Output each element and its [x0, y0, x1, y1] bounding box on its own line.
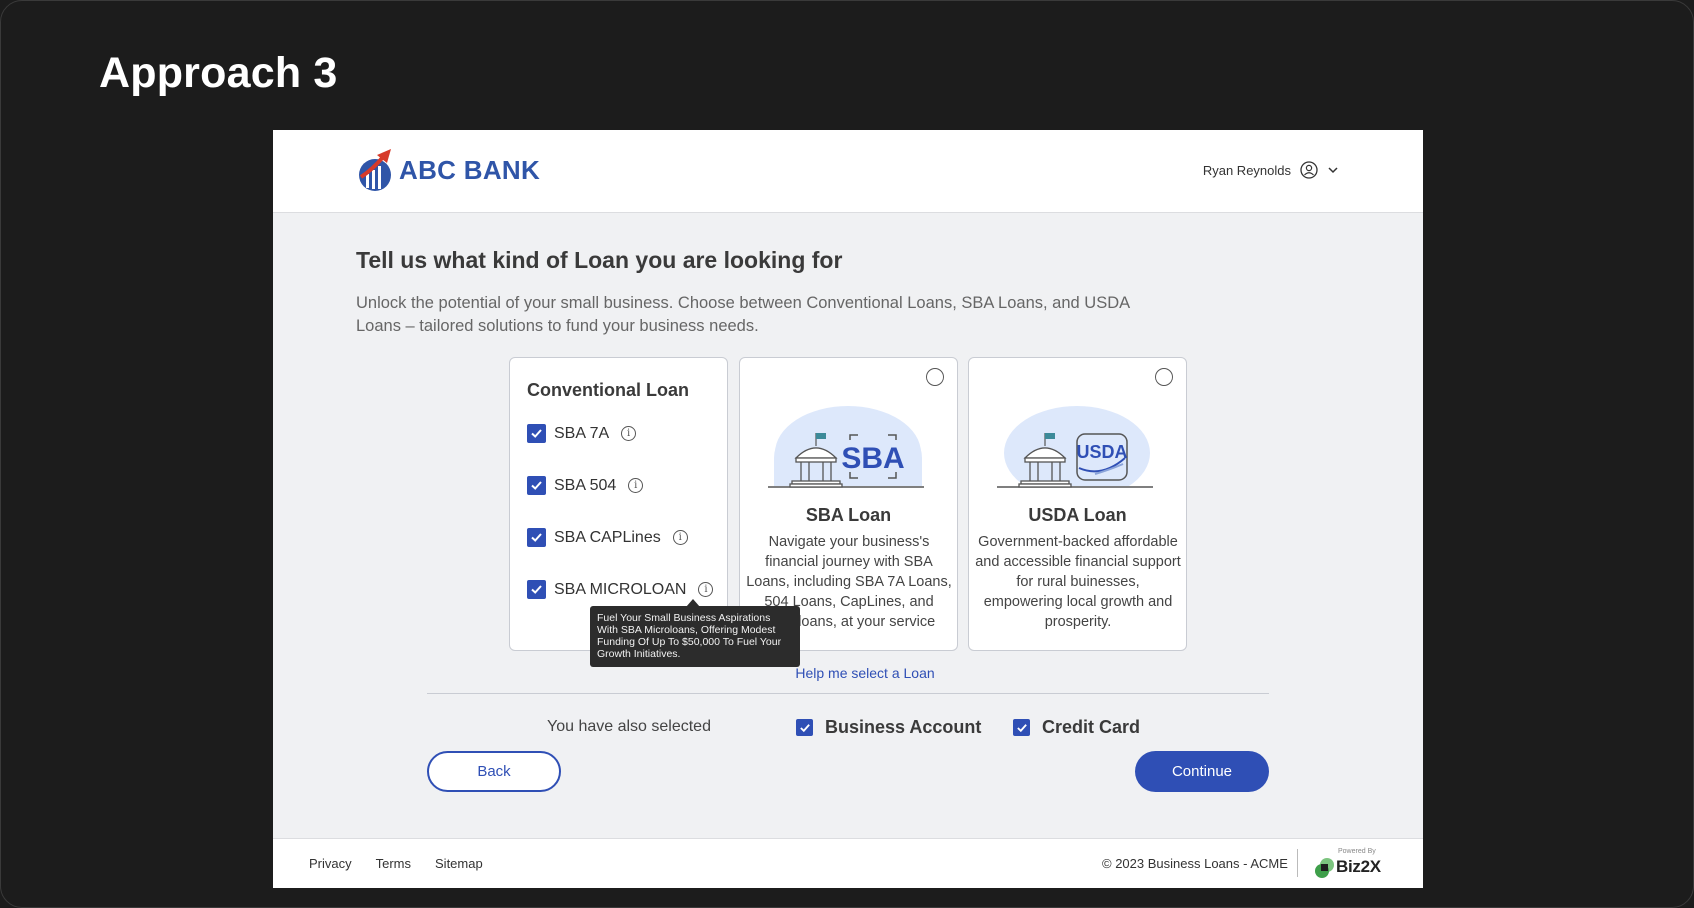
credit-card-label: Credit Card — [1042, 717, 1141, 737]
sba-building-illustration: SBA — [768, 406, 928, 498]
page-footer: Privacy Terms Sitemap © 2023 Business Lo… — [273, 838, 1423, 888]
sba-loan-radio[interactable] — [926, 368, 944, 386]
app-frame: ABC BANK Ryan Reynolds Tell us what kind… — [273, 130, 1423, 888]
biz2x-logo-icon — [1315, 858, 1334, 878]
usda-loan-card[interactable]: USDA USDA Loan Government-backed afforda… — [968, 357, 1187, 651]
footer-link-terms[interactable]: Terms — [376, 856, 411, 871]
check-icon — [531, 585, 542, 594]
option-sba-microloan[interactable]: SBA MICROLOAN i — [527, 580, 714, 599]
footer-links: Privacy Terms Sitemap — [309, 856, 483, 871]
checkbox-sba-504[interactable] — [527, 476, 546, 495]
option-sba-504[interactable]: SBA 504 i — [527, 476, 644, 495]
usda-loan-title: USDA Loan — [1028, 505, 1127, 525]
user-avatar-icon — [1300, 161, 1318, 179]
bank-logo[interactable]: ABC BANK — [357, 147, 540, 193]
check-icon — [531, 533, 542, 542]
top-header: ABC BANK Ryan Reynolds — [273, 130, 1423, 213]
page-subtitle: Unlock the potential of your small busin… — [356, 294, 1130, 335]
info-icon[interactable]: i — [621, 426, 637, 441]
checkbox-credit-card[interactable] — [1013, 719, 1030, 736]
footer-separator — [1297, 849, 1298, 877]
also-selected-label: You have also selected — [547, 718, 711, 735]
conventional-loan-title: Conventional Loan — [527, 380, 689, 400]
option-label: SBA MICROLOAN — [554, 580, 687, 598]
option-label: SBA CAPLines — [554, 528, 661, 546]
user-name: Ryan Reynolds — [1202, 162, 1291, 178]
checkbox-sba-7a[interactable] — [527, 424, 546, 443]
sba-illustration-text: SBA — [841, 442, 904, 475]
help-select-loan-link[interactable]: Help me select a Loan — [273, 665, 1423, 681]
powered-by-label: Powered By — [1338, 848, 1376, 855]
chevron-down-icon[interactable] — [1327, 164, 1339, 176]
user-menu[interactable]: Ryan Reynolds — [1203, 161, 1339, 179]
microloan-tooltip: Fuel Your Small Business Aspirations Wit… — [590, 606, 800, 667]
option-sba-caplines[interactable]: SBA CAPLines i — [527, 528, 688, 547]
check-icon — [1016, 723, 1027, 732]
info-icon[interactable]: i — [672, 530, 688, 545]
business-account-label: Business Account — [825, 717, 982, 737]
bank-logo-icon — [359, 149, 391, 191]
approach-title: Approach 3 — [99, 49, 338, 97]
back-button[interactable]: Back — [427, 751, 561, 792]
usda-illustration-text: USDA — [1076, 442, 1127, 462]
check-icon — [531, 481, 542, 490]
info-icon[interactable]: i — [628, 478, 644, 493]
bank-logo-text: ABC BANK — [399, 154, 541, 185]
check-icon — [531, 429, 542, 438]
checkbox-sba-caplines[interactable] — [527, 528, 546, 547]
sba-loan-title: SBA Loan — [805, 505, 892, 525]
info-icon[interactable]: i — [698, 582, 714, 597]
usda-loan-radio[interactable] — [1155, 368, 1173, 386]
continue-button[interactable]: Continue — [1135, 751, 1269, 792]
option-label: SBA 504 — [554, 476, 617, 494]
option-sba-7a[interactable]: SBA 7A i — [527, 424, 637, 443]
credit-card-option[interactable]: Credit Card — [1013, 717, 1140, 738]
option-label: SBA 7A — [554, 424, 610, 442]
checkbox-business-account[interactable] — [796, 719, 813, 736]
powered-by-name: Biz2X — [1336, 857, 1381, 876]
footer-link-privacy[interactable]: Privacy — [309, 856, 352, 871]
footer-link-sitemap[interactable]: Sitemap — [435, 856, 483, 871]
usda-loan-description: Government-backed affordable and accessi… — [975, 534, 1181, 630]
powered-by-logo: Powered By Biz2X — [1314, 848, 1394, 880]
check-icon — [799, 723, 810, 732]
business-account-option[interactable]: Business Account — [796, 717, 981, 738]
checkbox-sba-microloan[interactable] — [527, 580, 546, 599]
copyright-text: © 2023 Business Loans - ACME — [1102, 856, 1288, 871]
page-title: Tell us what kind of Loan you are lookin… — [356, 247, 843, 273]
section-divider — [427, 693, 1269, 694]
usda-building-illustration: USDA — [997, 406, 1157, 498]
presentation-canvas: Approach 3 ABC BANK Ryan Reynolds Tell u… — [0, 0, 1694, 908]
